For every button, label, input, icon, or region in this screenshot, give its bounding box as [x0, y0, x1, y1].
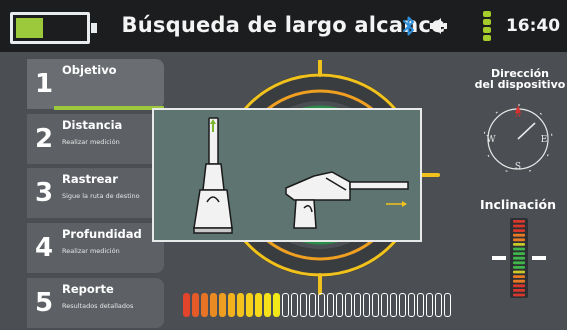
level-segment: [291, 293, 298, 317]
direction-title-line2: del dispositivo: [474, 78, 566, 91]
menu-item-number: 5: [35, 288, 54, 318]
compass-icon: N E S W: [483, 104, 553, 174]
tilt-tick: [513, 220, 525, 223]
menu-item-reporte[interactable]: 5 Reporte Resultados detallados: [27, 278, 164, 328]
direction-title: Dirección del dispositivo: [470, 68, 567, 90]
menu-item-number: 3: [35, 178, 54, 208]
level-segment: [264, 293, 271, 317]
menu-item-profundidad[interactable]: 4 Profundidad Realizar medición: [27, 223, 164, 273]
menu-item-subtitle: Realizar medición: [62, 247, 120, 255]
level-segment: [210, 293, 217, 317]
level-segment: [237, 293, 244, 317]
menu-item-number: 4: [35, 233, 54, 263]
compass-n: N: [515, 111, 521, 119]
menu-item-number: 1: [35, 69, 54, 99]
level-segment: [255, 293, 262, 317]
compass-s: S: [515, 162, 521, 172]
menu-item-subtitle: Realizar medición: [62, 138, 120, 146]
level-segment: [273, 293, 280, 317]
level-segment: [363, 293, 370, 317]
level-segment: [399, 293, 406, 317]
level-segment: [408, 293, 415, 317]
level-segment: [246, 293, 253, 317]
level-segment: [309, 293, 316, 317]
menu-item-number: 2: [35, 124, 54, 154]
tilt-tick: [513, 238, 525, 242]
tilt-title: Inclinación: [479, 197, 557, 212]
volume-icon[interactable]: [428, 15, 450, 37]
menu-item-subtitle: Sigue la ruta de destino: [62, 192, 140, 200]
menu-item-label: Objetivo: [62, 63, 117, 77]
compass-w: W: [486, 135, 496, 145]
tilt-tick: [513, 261, 525, 265]
level-segment: [201, 293, 208, 317]
tilt-tick: [513, 229, 525, 232]
tilt-tick: [513, 266, 525, 269]
level-segment: [354, 293, 361, 317]
level-segment: [183, 293, 190, 317]
level-segment: [417, 293, 424, 317]
menu-item-rastrear[interactable]: 3 Rastrear Sigue la ruta de destino: [27, 168, 164, 218]
tilt-tick: [513, 293, 525, 297]
signal-icon: [483, 11, 491, 41]
menu-item-label: Reporte: [62, 282, 114, 296]
signal-bar: [483, 11, 491, 17]
level-segment: [435, 293, 442, 317]
menu-item-objetivo[interactable]: 1 Objetivo: [27, 59, 164, 110]
compass-e: E: [541, 135, 548, 145]
tilt-tick: [513, 247, 525, 251]
level-segment: [228, 293, 235, 317]
device-upright-icon: [193, 117, 233, 234]
device-illustrations: [193, 117, 409, 234]
level-segment: [300, 293, 307, 317]
level-segment: [444, 293, 451, 317]
menu-item-label: Rastrear: [62, 172, 118, 186]
menu-item-label: Profundidad: [62, 227, 142, 241]
tilt-meter: [492, 218, 546, 298]
level-segment: [192, 293, 199, 317]
signal-level-meter: [183, 293, 453, 317]
active-indicator: [54, 106, 164, 110]
tilt-tick: [513, 252, 525, 255]
bluetooth-icon[interactable]: [402, 15, 416, 37]
menu-item-subtitle: Resultados detallados: [62, 302, 134, 310]
tilt-tick: [513, 275, 525, 278]
level-segment: [345, 293, 352, 317]
level-segment: [318, 293, 325, 317]
top-bar: Búsqueda de largo alcance 16:40: [0, 0, 567, 52]
tilt-tick: [513, 289, 525, 292]
signal-bar: [483, 27, 491, 33]
level-segment: [327, 293, 334, 317]
tilt-tick: [513, 284, 525, 288]
page-title: Búsqueda de largo alcance: [121, 13, 446, 37]
level-segment: [381, 293, 388, 317]
device-orientation-popup[interactable]: [152, 108, 422, 242]
tilt-tick: [513, 270, 525, 274]
device-horizontal-icon: [285, 171, 409, 229]
clock: 16:40: [505, 16, 561, 36]
tilt-tick: [513, 224, 525, 228]
level-segment: [372, 293, 379, 317]
signal-bar: [483, 19, 491, 25]
tilt-tick: [513, 256, 525, 260]
menu-item-label: Distancia: [62, 118, 123, 132]
level-segment: [282, 293, 289, 317]
tilt-tick: [513, 233, 525, 237]
tilt-tick: [513, 279, 525, 283]
level-segment: [336, 293, 343, 317]
level-segment: [426, 293, 433, 317]
signal-bar: [483, 35, 491, 41]
menu-item-distancia[interactable]: 2 Distancia Realizar medición: [27, 114, 164, 164]
level-segment: [219, 293, 226, 317]
tilt-tick: [513, 243, 525, 246]
level-segment: [390, 293, 397, 317]
